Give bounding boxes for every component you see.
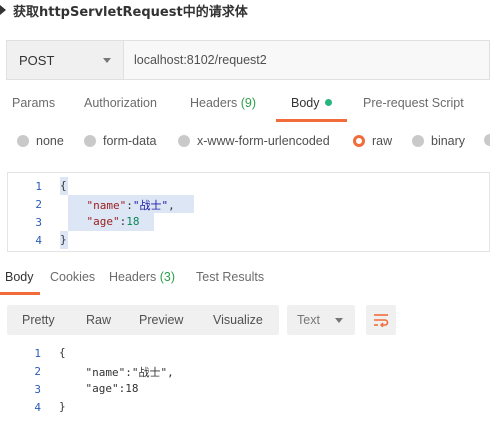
- request-url-bar: POST localhost:8102/request2: [6, 40, 490, 80]
- heading-title: 获取httpServletRequest中的请求体: [13, 4, 248, 20]
- radio-label: form-data: [103, 134, 157, 148]
- radio-circle-icon: [84, 135, 96, 147]
- section-heading: 获取httpServletRequest中的请求体: [0, 0, 248, 20]
- line-number: 4: [34, 400, 41, 414]
- tab-label: Body: [5, 270, 34, 284]
- code-line: 3: [7, 380, 41, 398]
- code-text: "name":"战士",: [86, 199, 175, 212]
- response-body-viewer[interactable]: 1 2 3 4 { "name":"战士", "age":18 }: [7, 342, 490, 422]
- response-line: {: [59, 346, 66, 359]
- line-number: 1: [35, 179, 42, 193]
- code-token: {: [60, 179, 67, 192]
- radio-graphql-partial[interactable]: [484, 134, 490, 146]
- tab-response-headers[interactable]: Headers (3): [109, 270, 175, 284]
- active-response-tab-indicator: [0, 292, 40, 295]
- code-text: }: [60, 233, 67, 246]
- active-tab-indicator: [276, 119, 347, 122]
- chevron-down-icon: [335, 317, 343, 323]
- code-line: 3: [8, 213, 42, 231]
- radio-label: none: [36, 134, 64, 148]
- tab-test-results[interactable]: Test Results: [196, 270, 264, 284]
- radio-binary[interactable]: binary: [412, 134, 465, 148]
- response-line: "age":18: [59, 382, 139, 395]
- radio-label: raw: [372, 134, 393, 148]
- json-key: "age": [86, 215, 120, 228]
- triangle-bullet-icon: [0, 5, 6, 15]
- code-text: {: [60, 179, 67, 192]
- request-body-editor[interactable]: 1 2 3 4 { "name":"战士", "age":18 }: [7, 172, 490, 252]
- code-line: 4: [7, 398, 41, 416]
- tab-count: (3): [159, 270, 176, 284]
- response-line: }: [59, 400, 66, 413]
- chevron-down-icon: [103, 57, 111, 63]
- line-number: 2: [34, 364, 41, 378]
- method-value: POST: [19, 52, 55, 68]
- code-text: "age":18: [86, 215, 140, 228]
- line-number: 3: [35, 215, 42, 229]
- tab-label: Headers: [190, 96, 238, 110]
- radio-label: x-www-form-urlencoded: [197, 134, 330, 148]
- response-tabs: Body Cookies Headers (3) Test Results: [0, 270, 490, 290]
- body-type-radios: none form-data x-www-form-urlencoded raw…: [0, 134, 490, 154]
- tab-label: Pre-request Script: [363, 96, 464, 110]
- response-line: "name":"战士",: [59, 366, 174, 379]
- tab-authorization[interactable]: Authorization: [84, 96, 157, 118]
- radio-form-data[interactable]: form-data: [84, 134, 157, 148]
- view-raw-button[interactable]: Raw: [86, 305, 111, 335]
- tab-label: Cookies: [50, 270, 96, 284]
- radio-x-www-form-urlencoded[interactable]: x-www-form-urlencoded: [178, 134, 330, 148]
- tab-label: Params: [12, 96, 56, 110]
- tab-response-body[interactable]: Body: [5, 270, 34, 284]
- request-tabs: Params Authorization Headers (9) Body Pr…: [0, 96, 490, 122]
- json-number: 18: [126, 215, 140, 228]
- radio-raw[interactable]: raw: [353, 134, 392, 148]
- modified-dot-icon: [324, 99, 332, 106]
- code-token: }: [60, 233, 67, 246]
- line-number: 1: [34, 346, 41, 360]
- code-line: 2: [7, 362, 41, 380]
- code-line: 4: [8, 231, 42, 249]
- view-visualize-button[interactable]: Visualize: [213, 305, 263, 335]
- format-select[interactable]: Text: [287, 305, 355, 335]
- radio-circle-icon: [17, 135, 29, 147]
- radio-circle-icon: [484, 134, 490, 146]
- format-select-value: Text: [297, 313, 320, 327]
- radio-circle-icon: [412, 135, 424, 147]
- view-mode-toolbar: Pretty Raw Preview Visualize: [7, 305, 279, 335]
- radio-circle-icon: [178, 135, 190, 147]
- json-string: "战士": [132, 199, 169, 212]
- tab-label: Body: [291, 96, 320, 110]
- line-number: 4: [35, 233, 42, 247]
- wrap-lines-icon: [374, 314, 389, 327]
- url-input[interactable]: localhost:8102/request2: [124, 41, 489, 79]
- tab-label: Headers: [109, 270, 157, 284]
- wrap-lines-button[interactable]: [366, 305, 396, 335]
- method-select[interactable]: POST: [7, 41, 124, 79]
- tab-body[interactable]: Body: [291, 96, 332, 118]
- json-key: "name": [86, 199, 127, 212]
- tab-headers[interactable]: Headers (9): [190, 96, 256, 118]
- tab-pre-request-script[interactable]: Pre-request Script: [363, 96, 464, 118]
- view-pretty-button[interactable]: Pretty: [22, 305, 55, 335]
- code-line: 1: [7, 344, 41, 362]
- line-number: 3: [34, 382, 41, 396]
- code-line: 1: [8, 177, 42, 195]
- radio-label: binary: [431, 134, 466, 148]
- line-number: 2: [35, 197, 42, 211]
- tab-count: (9): [240, 96, 257, 110]
- code-line: 2: [8, 195, 42, 213]
- radio-none[interactable]: none: [17, 134, 64, 148]
- radio-selected-icon: [353, 135, 365, 147]
- tab-label: Authorization: [84, 96, 157, 110]
- tab-params[interactable]: Params: [12, 96, 55, 118]
- view-preview-button[interactable]: Preview: [139, 305, 183, 335]
- tab-label: Test Results: [196, 270, 265, 284]
- tab-cookies[interactable]: Cookies: [50, 270, 95, 284]
